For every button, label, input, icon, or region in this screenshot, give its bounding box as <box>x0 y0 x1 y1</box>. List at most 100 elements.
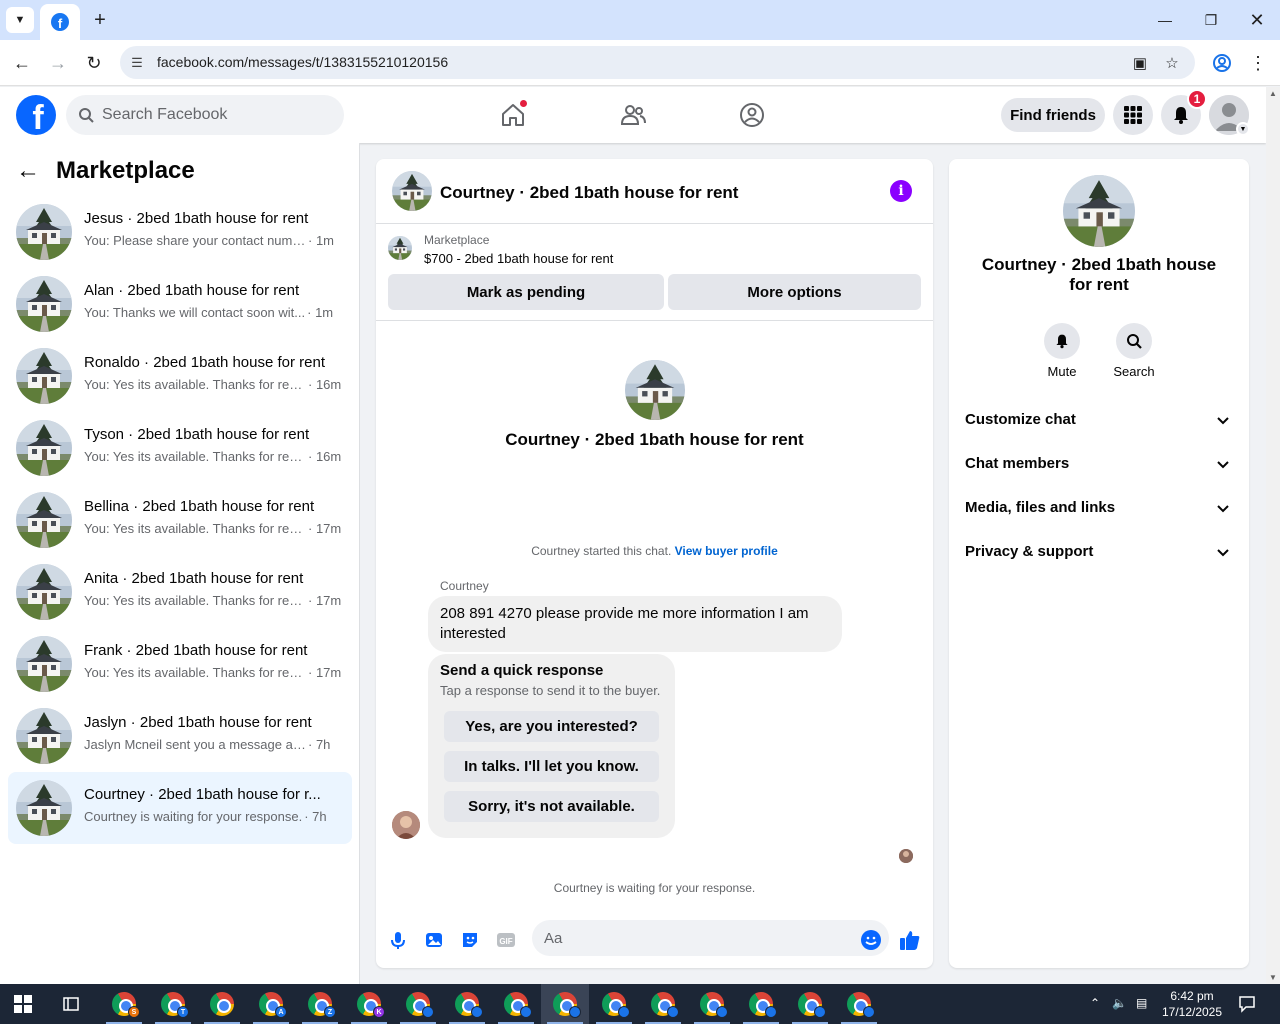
menu-button[interactable] <box>1113 95 1153 135</box>
quick-response-option[interactable]: Sorry, it's not available. <box>444 791 659 822</box>
taskbar-chrome-app[interactable] <box>737 984 785 1024</box>
conversation-item[interactable]: Ronaldo · 2bed 1bath house for rent You: … <box>8 340 352 412</box>
search-in-chat-button[interactable]: Search <box>1104 323 1164 379</box>
microphone-icon[interactable] <box>386 928 410 952</box>
conversation-item[interactable]: Anita · 2bed 1bath house for rent You: Ye… <box>8 556 352 628</box>
chrome-profile-badge: S <box>128 1006 140 1018</box>
bookmark-star-icon[interactable]: ☆ <box>1162 53 1182 73</box>
taskbar-chrome-app[interactable] <box>443 984 491 1024</box>
tray-overflow-icon[interactable]: ⌃ <box>1090 996 1100 1010</box>
mute-button[interactable]: Mute <box>1032 323 1092 379</box>
sender-avatar[interactable] <box>392 811 420 839</box>
incoming-message[interactable]: 208 891 4270 please provide me more info… <box>428 596 842 652</box>
taskbar-chrome-app[interactable] <box>541 984 589 1024</box>
taskbar-chrome-app[interactable]: K <box>345 984 393 1024</box>
taskbar-chrome-app[interactable] <box>492 984 540 1024</box>
find-friends-button[interactable]: Find friends <box>1001 98 1105 132</box>
conversation-preview: You: Yes its available. Thanks for rea..… <box>84 377 344 392</box>
message-input[interactable] <box>532 920 889 956</box>
conversation-thumbnail <box>16 204 72 260</box>
mark-as-pending-button[interactable]: Mark as pending <box>388 274 664 310</box>
taskbar-clock[interactable]: 6:42 pm 17/12/2025 <box>1156 988 1228 1020</box>
chat-title[interactable]: Courtney · 2bed 1bath house for rent <box>440 183 738 203</box>
listing-thumbnail[interactable] <box>388 236 412 260</box>
new-tab-button[interactable]: + <box>88 8 112 32</box>
action-center-icon[interactable] <box>1238 995 1256 1013</box>
chevron-down-icon[interactable]: ▼ <box>1236 122 1250 136</box>
taskbar-chrome-app[interactable] <box>590 984 638 1024</box>
conversation-item[interactable]: Alan · 2bed 1bath house for rent You: Tha… <box>8 268 352 340</box>
section-chat-members[interactable]: Chat members <box>957 446 1241 482</box>
taskbar-chrome-app[interactable] <box>786 984 834 1024</box>
taskbar-chrome-app[interactable]: S <box>100 984 148 1024</box>
facebook-logo[interactable]: f <box>16 95 56 135</box>
emoji-icon[interactable] <box>859 928 883 952</box>
search-input[interactable] <box>102 106 322 124</box>
windows-start-icon[interactable] <box>14 995 32 1013</box>
sticker-icon[interactable] <box>458 928 482 952</box>
conversation-item[interactable]: Bellina · 2bed 1bath house for rent You: … <box>8 484 352 556</box>
browser-toolbar: ← → ↻ ☰ facebook.com/messages/t/13831552… <box>0 40 1280 86</box>
chevron-down-icon <box>1217 417 1229 425</box>
network-icon[interactable]: ▤ <box>1136 996 1147 1010</box>
taskbar-chrome-app[interactable] <box>688 984 736 1024</box>
page-scrollbar[interactable]: ▲ ▼ <box>1266 87 1280 984</box>
taskbar-chrome-app[interactable] <box>835 984 883 1024</box>
minimize-icon[interactable]: — <box>1153 8 1177 32</box>
view-buyer-profile-link[interactable]: View buyer profile <box>675 544 778 558</box>
gif-icon[interactable]: GIF <box>494 928 518 952</box>
message-composer: GIF <box>376 916 933 968</box>
scroll-down-icon[interactable]: ▼ <box>1269 973 1277 982</box>
conversation-item[interactable]: Tyson · 2bed 1bath house for rent You: Ye… <box>8 412 352 484</box>
photo-icon[interactable] <box>422 928 446 952</box>
taskbar-chrome-app[interactable]: T <box>149 984 197 1024</box>
conversation-item[interactable]: Frank · 2bed 1bath house for rent You: Ye… <box>8 628 352 700</box>
close-icon[interactable]: ✕ <box>1245 8 1269 32</box>
forward-icon[interactable]: → <box>46 51 70 75</box>
info-icon[interactable]: i <box>890 180 912 202</box>
chat-avatar[interactable] <box>392 171 432 211</box>
back-arrow-icon[interactable]: ← <box>16 156 46 186</box>
info-avatar[interactable] <box>1063 175 1135 247</box>
conversation-snippet: You: Please share your contact numb... <box>84 233 306 248</box>
site-info-icon[interactable]: ☰ <box>128 54 146 72</box>
address-bar[interactable]: ☰ facebook.com/messages/t/13831552101201… <box>120 46 1195 79</box>
conversation-thumbnail <box>16 708 72 764</box>
more-options-button[interactable]: More options <box>668 274 921 310</box>
section-media-files-links[interactable]: Media, files and links <box>957 490 1241 526</box>
volume-icon[interactable]: 🔈 <box>1112 996 1127 1010</box>
notifications-button[interactable]: 1 <box>1161 89 1207 135</box>
restore-icon[interactable]: ❐ <box>1199 8 1223 32</box>
facebook-search[interactable] <box>66 95 344 135</box>
quick-response-option[interactable]: In talks. I'll let you know. <box>444 751 659 782</box>
reload-icon[interactable]: ↻ <box>82 51 106 75</box>
quick-response-option[interactable]: Yes, are you interested? <box>444 711 659 742</box>
tab-search-button[interactable]: ▼ <box>6 7 34 33</box>
listing-description[interactable]: $700 - 2bed 1bath house for rent <box>424 251 613 266</box>
taskbar-chrome-app[interactable] <box>198 984 246 1024</box>
chrome-profile-badge <box>422 1006 434 1018</box>
conversation-item[interactable]: Jaslyn · 2bed 1bath house for rent Jaslyn… <box>8 700 352 772</box>
nav-friends[interactable] <box>615 97 651 133</box>
profile-account-icon[interactable] <box>1210 51 1234 75</box>
task-view-icon[interactable] <box>61 994 81 1014</box>
install-app-icon[interactable]: ▣ <box>1130 53 1150 73</box>
taskbar-chrome-app[interactable] <box>639 984 687 1024</box>
conversation-preview: You: Yes its available. Thanks for rea..… <box>84 521 344 536</box>
section-label: Chat members <box>965 455 1070 472</box>
taskbar-chrome-app[interactable] <box>394 984 442 1024</box>
scroll-up-icon[interactable]: ▲ <box>1269 89 1277 98</box>
conversation-item[interactable]: Courtney · 2bed 1bath house for r... Cour… <box>8 772 352 844</box>
taskbar-chrome-app[interactable]: A <box>247 984 295 1024</box>
taskbar-chrome-app[interactable]: Z <box>296 984 344 1024</box>
browser-menu-icon[interactable]: ⋮ <box>1246 51 1270 75</box>
back-icon[interactable]: ← <box>10 51 34 75</box>
nav-groups[interactable] <box>734 97 770 133</box>
section-privacy-support[interactable]: Privacy & support <box>957 534 1241 570</box>
conversation-item[interactable]: Jesus · 2bed 1bath house for rent You: Pl… <box>8 196 352 268</box>
nav-home[interactable] <box>495 97 531 133</box>
browser-tab-facebook[interactable]: f <box>40 4 80 40</box>
conversation-thumbnail <box>16 564 72 620</box>
thumbs-up-icon[interactable] <box>898 928 922 952</box>
section-customize-chat[interactable]: Customize chat <box>957 402 1241 438</box>
